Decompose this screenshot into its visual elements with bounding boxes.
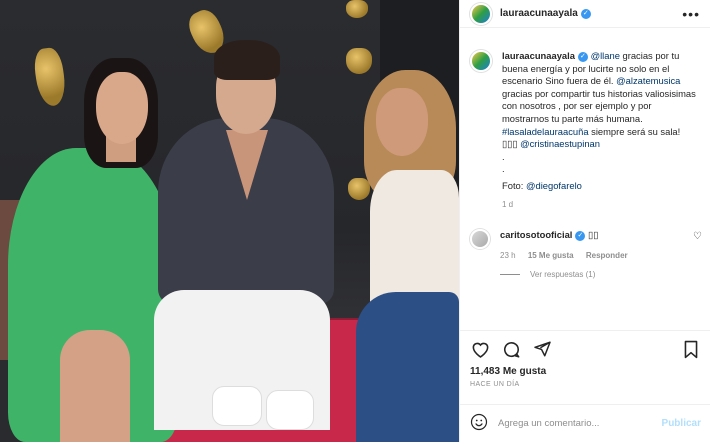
likes-count[interactable]: 11,483 Me gusta: [470, 366, 701, 377]
caption-text: siempre será su sala!: [588, 125, 681, 137]
header-username[interactable]: lauraacunaayala: [500, 8, 578, 19]
golden-hand-sculpture: [348, 178, 370, 200]
emoji-text: ▯▯▯: [502, 138, 518, 150]
hashtag-link[interactable]: #lasaladelauraacuña: [502, 126, 589, 137]
comment-username[interactable]: caritosotooficial: [500, 229, 572, 240]
publish-button[interactable]: Publicar: [662, 418, 701, 429]
caption-row: lauraacunaayala ✓ @llane gracias por tu b…: [470, 50, 702, 211]
post-header: lauraacunaayala ✓ •••: [460, 0, 710, 28]
mention-cristinaestupinan[interactable]: @cristinaestupinan: [520, 138, 600, 149]
caption-age[interactable]: 1 d: [502, 199, 698, 212]
action-icons: [470, 339, 701, 359]
comment-like-heart-icon[interactable]: ♡: [693, 231, 702, 242]
view-replies-label: Ver respuestas (1): [530, 270, 596, 280]
caption-dot: .: [502, 150, 505, 162]
post-timestamp[interactable]: HACE UN DÍA: [470, 381, 701, 388]
golden-hand-sculpture: [346, 48, 372, 74]
person-center-hair: [214, 40, 280, 80]
person-left-leg: [60, 330, 130, 442]
comment-text: ▯▯: [588, 229, 599, 241]
comments-area: lauraacunaayala ✓ @llane gracias por tu b…: [470, 50, 702, 279]
bookmark-icon[interactable]: [681, 339, 701, 359]
comment-meta: 23 h 15 Me gusta Responder: [500, 251, 693, 260]
mention-diegofarelo[interactable]: @diegofarelo: [526, 180, 582, 191]
add-comment-bar: Publicar: [460, 404, 710, 442]
mention-llane[interactable]: @llane: [591, 50, 620, 61]
person-right-top: [370, 170, 459, 310]
heart-icon[interactable]: [470, 339, 490, 359]
golden-hand-sculpture: [346, 0, 368, 18]
person-center-shoe: [212, 386, 262, 426]
more-horizontal-icon[interactable]: •••: [682, 6, 700, 22]
caption-dot: .: [502, 163, 505, 175]
person-left-face: [96, 72, 148, 144]
mention-alzatemusica[interactable]: @alzatemusica: [616, 75, 680, 86]
post-side-panel: lauraacunaayala ✓ ••• lauraacunaayala ✓ @…: [459, 0, 710, 442]
reply-button[interactable]: Responder: [586, 251, 628, 260]
view-replies-button[interactable]: Ver respuestas (1): [500, 270, 702, 279]
post-actions: 11,483 Me gusta HACE UN DÍA: [460, 330, 710, 388]
share-icon[interactable]: [532, 339, 552, 359]
emoji-icon[interactable]: [470, 413, 488, 434]
person-right-jeans: [356, 292, 459, 442]
comment-body: caritosotooficial ✓ ▯▯ 23 h 15 Me gusta R…: [500, 229, 693, 260]
avatar[interactable]: [470, 50, 492, 72]
comment-age[interactable]: 23 h: [500, 251, 516, 260]
caption-username[interactable]: lauraacunaayala: [502, 50, 575, 61]
avatar[interactable]: [470, 229, 490, 250]
comment-likes[interactable]: 15 Me gusta: [528, 251, 574, 260]
avatar[interactable]: [470, 2, 492, 25]
person-right-face: [376, 88, 428, 156]
caption-text: gracias por compartir tus historias vali…: [502, 87, 696, 124]
verified-badge-icon: ✓: [575, 230, 586, 241]
caption: lauraacunaayala ✓ @llane gracias por tu b…: [502, 50, 698, 211]
comment-row: caritosotooficial ✓ ▯▯ 23 h 15 Me gusta R…: [470, 229, 702, 260]
photo-credit: Foto: @diegofarelo: [502, 180, 698, 193]
comment-input[interactable]: [498, 418, 662, 429]
verified-badge-icon: ✓: [577, 51, 588, 62]
post-photo[interactable]: [0, 0, 459, 442]
photo-credit-label: Foto:: [502, 179, 526, 191]
divider: [500, 274, 520, 276]
comment-icon[interactable]: [501, 339, 521, 359]
person-center-shoe: [266, 390, 314, 430]
verified-badge-icon: ✓: [580, 8, 591, 19]
